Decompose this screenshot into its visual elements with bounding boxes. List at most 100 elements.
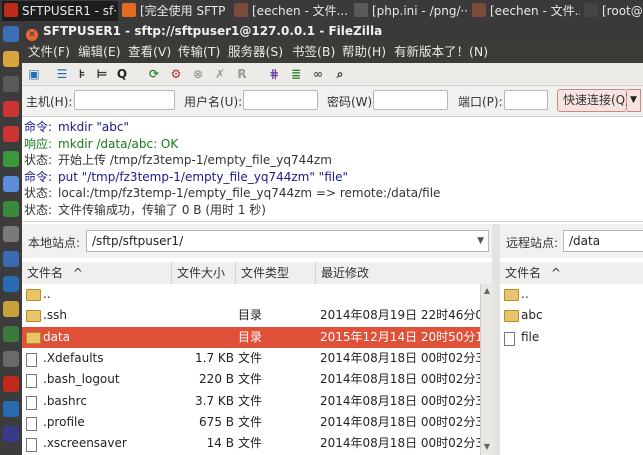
user-input[interactable] [243, 90, 318, 110]
pass-input[interactable] [373, 90, 448, 110]
launcher-app-icon[interactable] [3, 351, 19, 367]
file-row[interactable]: .Xdefaults 1.7 KB 文件 2014年08月18日 00时02分33秒 [22, 348, 480, 369]
taskbar-tab-label: [root@ [602, 4, 643, 18]
remote-file-row[interactable]: abc [500, 305, 643, 326]
scroll-up-icon[interactable]: ▲ [481, 286, 493, 295]
log-line-type: 状态: [24, 202, 53, 217]
menu-item[interactable]: 编辑(E) [78, 41, 121, 63]
local-site-label: 本地站点: [28, 236, 81, 250]
menu-item[interactable]: 服务器(S) [228, 41, 283, 63]
remote-file-name: abc [521, 308, 543, 323]
launcher-app-icon[interactable] [3, 101, 19, 117]
launcher-app-icon[interactable] [3, 176, 19, 192]
toggle-queue-icon[interactable]: Q [114, 66, 130, 82]
local-scrollbar[interactable]: ▲ ▼ [480, 284, 493, 455]
launcher-app-icon[interactable] [3, 326, 19, 342]
file-icon [504, 331, 515, 346]
launcher-app-icon[interactable] [3, 301, 19, 317]
file-name: .bash_logout [43, 372, 120, 387]
file-row[interactable]: data 目录 2015年12月14日 20时50分13秒 [22, 326, 480, 348]
launcher-app-icon[interactable] [3, 401, 19, 417]
col-modified[interactable]: 最近修改 [316, 262, 492, 284]
taskbar-tab[interactable]: [eechen - 文件... [470, 1, 580, 21]
compare-icon[interactable]: ≣ [288, 66, 304, 82]
launcher-app-icon[interactable] [3, 151, 19, 167]
launcher-app-icon[interactable] [3, 76, 19, 92]
toggle-log-icon[interactable]: ☰ [54, 66, 70, 82]
launcher-app-icon[interactable] [3, 51, 19, 67]
local-site-bar: 本地站点: /sftp/sftpuser1/ ▼ [22, 224, 492, 258]
col-filetype[interactable]: 文件类型 [236, 262, 316, 284]
quickconnect-button[interactable]: 快速连接(Q) [557, 89, 630, 112]
file-icon [26, 395, 37, 410]
remote-file-row[interactable]: .. [500, 284, 643, 305]
menu-item[interactable]: 有新版本了！(N) [394, 41, 488, 63]
taskbar-tab[interactable]: [完全使用 SFTP ... [120, 1, 230, 21]
launcher-app-icon[interactable] [3, 201, 19, 217]
menu-item[interactable]: 帮助(H) [342, 41, 386, 63]
close-icon[interactable]: ✕ [26, 29, 38, 41]
editor-icon [354, 3, 368, 17]
cancel-icon[interactable]: ⊗ [190, 66, 206, 82]
disconnect-icon[interactable]: ✗ [212, 66, 228, 82]
file-type: 目录 [238, 308, 263, 323]
launcher-app-icon[interactable] [3, 251, 19, 267]
quickconnect-dropdown[interactable]: ▼ [627, 89, 641, 112]
local-path-input[interactable]: /sftp/sftpuser1/ ▼ [86, 230, 489, 252]
menu-item[interactable]: 查看(V) [128, 41, 171, 63]
file-modified: 2014年08月18日 00时02分33秒 [320, 414, 480, 429]
remote-file-row[interactable]: file [500, 327, 643, 348]
pane-splitter[interactable] [492, 224, 500, 455]
remote-path-input[interactable]: /data [563, 230, 643, 252]
filter-icon[interactable]: ⋕ [266, 66, 282, 82]
local-file-list: .. .ssh 目录 2014年08月19日 22时46分06秒 data 目录 2015年… [22, 284, 480, 455]
file-row[interactable]: .ssh 目录 2014年08月19日 22时46分06秒 [22, 305, 480, 326]
log-line: 响应: mkdir /data/abc: OK [24, 136, 178, 152]
log-line: 状态: local:/tmp/fz3temp-1/empty_file_yq744… [24, 185, 440, 201]
site-manager-icon[interactable]: ▣ [26, 66, 42, 82]
toggle-remote-tree-icon[interactable]: ⊨ [94, 66, 110, 82]
remote-col-filename[interactable]: 文件名 ^ [500, 262, 643, 284]
file-row[interactable]: .bashrc 3.7 KB 文件 2014年08月18日 00时02分33秒 [22, 391, 480, 412]
sync-browse-icon[interactable]: ∞ [310, 66, 326, 82]
file-size [172, 327, 234, 348]
file-icon [26, 352, 37, 367]
log-line-type: 命令: [24, 120, 53, 134]
col-filename[interactable]: 文件名 ^ [22, 262, 172, 284]
refresh-icon[interactable]: ⟳ [146, 66, 162, 82]
remote-site-label: 远程站点: [506, 236, 559, 250]
launcher-app-icon[interactable] [3, 426, 19, 442]
taskbar-tab[interactable]: [php.ini - /png/··· [352, 1, 468, 21]
file-row[interactable]: .. [22, 284, 480, 305]
file-row[interactable]: .bash_logout 220 B 文件 2014年08月18日 00时02分33秒 [22, 369, 480, 390]
launcher-app-icon[interactable] [3, 126, 19, 142]
host-input[interactable] [74, 90, 175, 110]
chevron-down-icon[interactable]: ▼ [477, 231, 484, 251]
scroll-down-icon[interactable]: ▼ [481, 442, 493, 451]
file-size: 1.7 KB [195, 350, 234, 365]
folder-icon [504, 310, 519, 323]
col-filesize[interactable]: 文件大小 [172, 262, 236, 284]
launcher-app-icon[interactable] [3, 26, 19, 42]
menu-item[interactable]: 文件(F) [28, 41, 70, 63]
remote-file-list: .. abc file [500, 284, 643, 455]
file-size: 3.7 KB [195, 393, 234, 408]
process-queue-icon[interactable]: ⚙ [168, 66, 184, 82]
launcher-app-icon[interactable] [3, 376, 19, 392]
launcher-app-icon[interactable] [3, 276, 19, 292]
quickconnect-bar: 主机(H): 用户名(U): 密码(W): 端口(P): 快速连接(Q) ▼ [22, 86, 643, 117]
log-line: 状态: 文件传输成功，传输了 0 B (用时 1 秒) [24, 202, 266, 218]
taskbar-tab[interactable]: [eechen - 文件... [232, 1, 350, 21]
file-row[interactable]: .xscreensaver 14 B 文件 2014年08月18日 00时02分33秒 [22, 433, 480, 454]
launcher-app-icon[interactable] [3, 226, 19, 242]
taskbar-tab[interactable]: SFTPUSER1 - sf··· [2, 1, 118, 21]
taskbar-tab-label: [完全使用 SFTP ... [140, 4, 230, 18]
taskbar-tab[interactable]: [root@ [582, 1, 643, 21]
port-input[interactable] [504, 90, 548, 110]
menu-item[interactable]: 书签(B) [292, 41, 335, 63]
menu-item[interactable]: 传输(T) [178, 41, 220, 63]
toggle-local-tree-icon[interactable]: ⊧ [74, 66, 90, 82]
search-icon[interactable]: ⌕ [332, 66, 348, 82]
reconnect-icon[interactable]: R [234, 66, 250, 82]
file-row[interactable]: .profile 675 B 文件 2014年08月18日 00时02分33秒 [22, 412, 480, 433]
